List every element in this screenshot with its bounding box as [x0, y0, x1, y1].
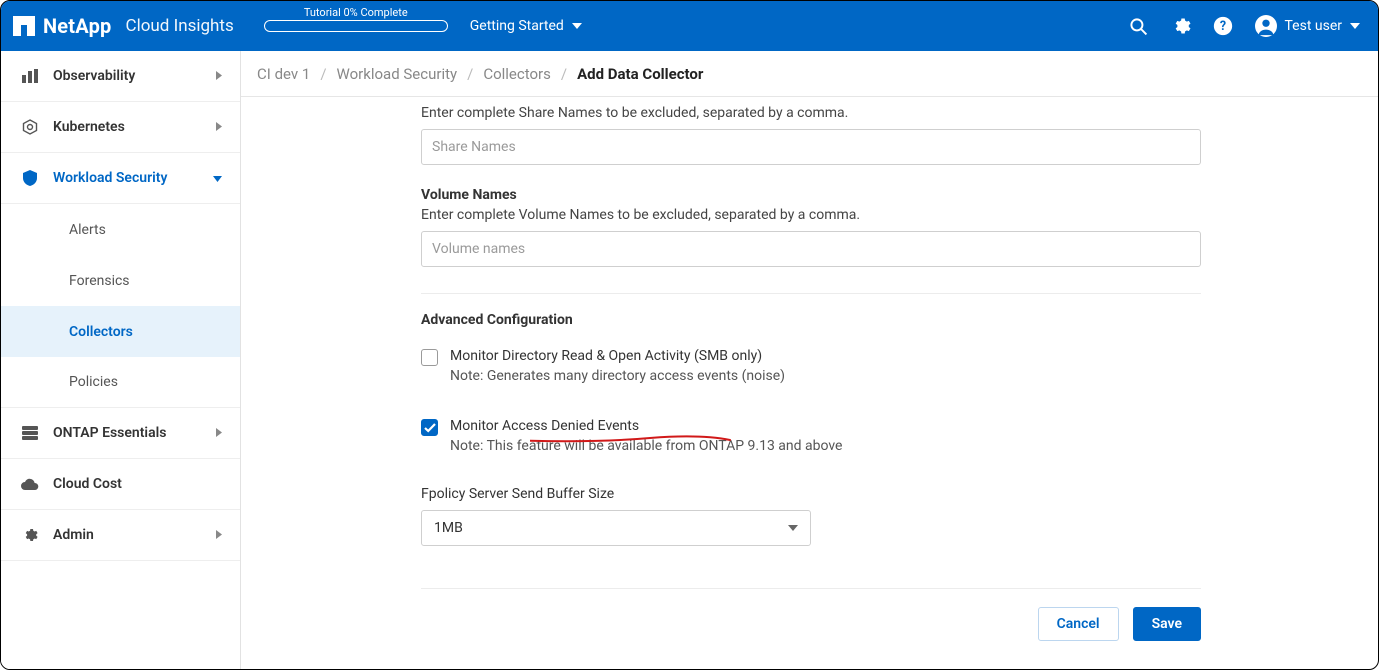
save-button[interactable]: Save — [1133, 607, 1201, 641]
chevron-right-icon — [216, 119, 222, 135]
fpolicy-buffer-select[interactable]: 1MB — [421, 510, 811, 546]
breadcrumb-separator: / — [561, 65, 567, 83]
cancel-button[interactable]: Cancel — [1038, 607, 1119, 641]
user-avatar-icon — [1255, 15, 1277, 37]
sidebar-sub-policies[interactable]: Policies — [1, 357, 240, 408]
netapp-logo-icon — [13, 16, 35, 36]
chevron-right-icon — [216, 68, 222, 84]
kubernetes-icon — [19, 119, 41, 135]
fpolicy-buffer-value: 1MB — [434, 520, 463, 536]
sidebar-item-ontap-essentials[interactable]: ONTAP Essentials — [1, 408, 240, 459]
tutorial-progress[interactable]: Tutorial 0% Complete — [264, 20, 448, 32]
brand-name: NetApp — [43, 14, 112, 38]
volume-names-description: Enter complete Volume Names to be exclud… — [421, 207, 1201, 223]
breadcrumb-item[interactable]: Workload Security — [337, 65, 458, 83]
monitor-directory-label: Monitor Directory Read & Open Activity (… — [450, 348, 762, 364]
sidebar-item-label: ONTAP Essentials — [53, 425, 166, 441]
bar-chart-icon — [19, 69, 41, 83]
product-name: Cloud Insights — [126, 16, 234, 36]
gear-icon[interactable] — [1171, 16, 1191, 36]
sidebar-item-label: Workload Security — [53, 170, 167, 186]
chevron-down-icon — [788, 525, 798, 531]
sidebar-item-observability[interactable]: Observability — [1, 51, 240, 102]
breadcrumb-current: Add Data Collector — [577, 65, 703, 83]
chevron-down-icon — [213, 170, 222, 186]
advanced-config-heading: Advanced Configuration — [421, 312, 1201, 328]
sidebar-item-cloud-cost[interactable]: Cloud Cost — [1, 459, 240, 510]
volume-names-label: Volume Names — [421, 187, 1201, 203]
sidebar: Observability Kubernetes Workload Securi… — [1, 51, 241, 669]
monitor-directory-note: Note: Generates many directory access ev… — [450, 368, 785, 384]
tutorial-progress-label: Tutorial 0% Complete — [304, 6, 408, 19]
sidebar-sub-label: Forensics — [69, 273, 130, 289]
breadcrumb: CI dev 1 / Workload Security / Collector… — [241, 51, 1378, 97]
chevron-down-icon — [572, 23, 582, 29]
user-menu[interactable]: Test user — [1255, 15, 1361, 37]
sidebar-item-kubernetes[interactable]: Kubernetes — [1, 102, 240, 153]
divider — [421, 293, 1201, 294]
brand-logo[interactable]: NetApp Cloud Insights — [13, 14, 234, 38]
monitor-access-denied-label: Monitor Access Denied Events — [450, 418, 639, 434]
fpolicy-buffer-label: Fpolicy Server Send Buffer Size — [421, 486, 1201, 502]
sidebar-item-label: Kubernetes — [53, 119, 125, 135]
monitor-directory-checkbox[interactable] — [421, 349, 438, 366]
sidebar-sub-label: Collectors — [69, 324, 133, 340]
getting-started-label: Getting Started — [470, 18, 564, 34]
sidebar-item-admin[interactable]: Admin — [1, 510, 240, 561]
help-icon[interactable]: ? — [1213, 16, 1233, 36]
volume-names-input[interactable] — [421, 231, 1201, 267]
chevron-right-icon — [216, 425, 222, 441]
svg-text:?: ? — [1219, 19, 1225, 34]
getting-started-dropdown[interactable]: Getting Started — [470, 18, 582, 34]
sidebar-item-label: Observability — [53, 68, 135, 84]
share-names-input[interactable] — [421, 129, 1201, 165]
user-name: Test user — [1285, 18, 1343, 34]
share-names-description: Enter complete Share Names to be exclude… — [421, 105, 1201, 121]
sidebar-sub-label: Alerts — [69, 222, 106, 238]
breadcrumb-item[interactable]: CI dev 1 — [257, 65, 310, 83]
sidebar-item-label: Cloud Cost — [53, 476, 122, 492]
sidebar-sub-label: Policies — [69, 374, 118, 390]
breadcrumb-separator: / — [467, 65, 473, 83]
tutorial-progress-bar — [264, 20, 448, 32]
sidebar-sub-alerts[interactable]: Alerts — [1, 204, 240, 255]
cloud-icon — [19, 478, 41, 490]
form-actions: Cancel Save — [421, 603, 1201, 641]
gear-icon — [19, 527, 41, 543]
header-actions: ? Test user — [1129, 15, 1361, 37]
monitor-access-denied-note: Note: This feature will be available fro… — [450, 438, 842, 454]
storage-icon — [19, 426, 41, 440]
sidebar-item-label: Admin — [53, 527, 94, 543]
search-icon[interactable] — [1129, 16, 1149, 36]
monitor-access-denied-checkbox[interactable] — [421, 419, 438, 436]
sidebar-sub-collectors[interactable]: Collectors — [1, 306, 240, 357]
app-header: NetApp Cloud Insights Tutorial 0% Comple… — [1, 1, 1378, 51]
chevron-down-icon — [1350, 23, 1360, 29]
breadcrumb-item[interactable]: Collectors — [483, 65, 551, 83]
main-content: CI dev 1 / Workload Security / Collector… — [241, 51, 1378, 669]
sidebar-item-workload-security[interactable]: Workload Security — [1, 153, 240, 204]
divider — [421, 588, 1201, 589]
chevron-right-icon — [216, 527, 222, 543]
shield-icon — [19, 170, 41, 186]
breadcrumb-separator: / — [320, 65, 326, 83]
sidebar-sub-forensics[interactable]: Forensics — [1, 255, 240, 306]
